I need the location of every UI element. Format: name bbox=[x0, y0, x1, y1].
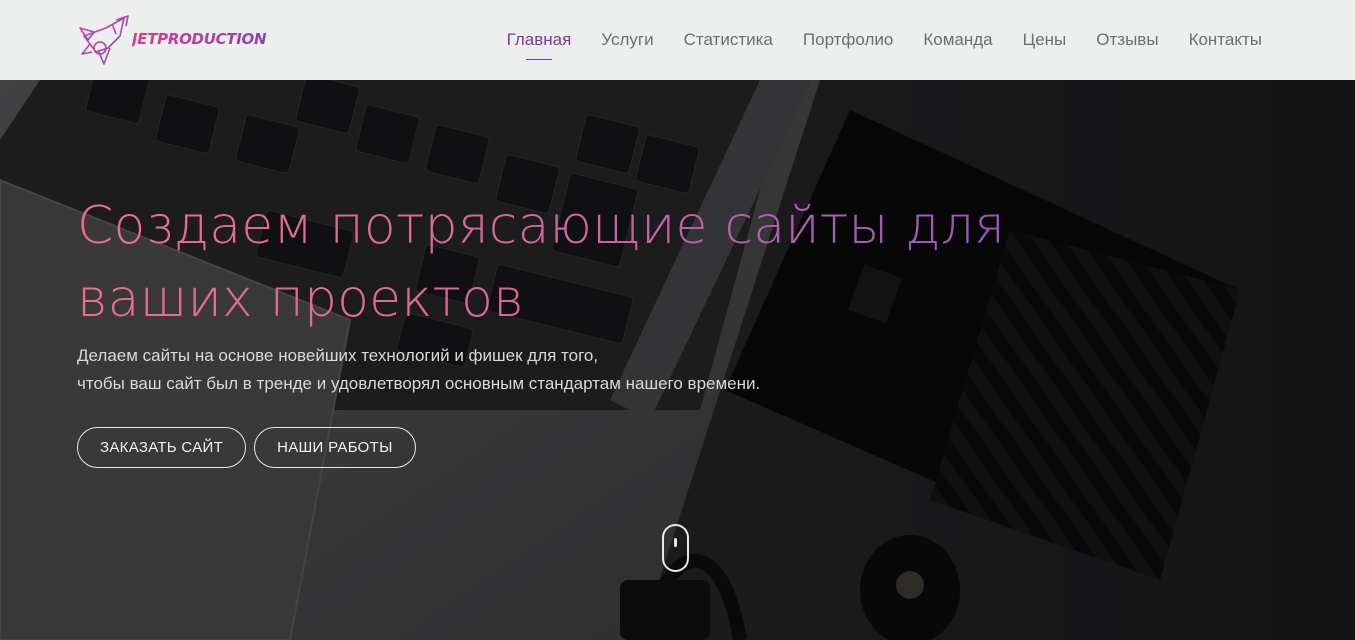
nav-link-statistics[interactable]: Статистика bbox=[684, 30, 773, 50]
hero-subtitle: Делаем сайты на основе новейших технолог… bbox=[77, 342, 877, 398]
nav-link-prices[interactable]: Цены bbox=[1023, 30, 1067, 50]
logo-text: JETPRODUCTION bbox=[132, 30, 267, 48]
hero-buttons: ЗАКАЗАТЬ САЙТ НАШИ РАБОТЫ bbox=[77, 427, 416, 468]
rocket-icon bbox=[79, 15, 129, 65]
nav-link-portfolio[interactable]: Портфолио bbox=[803, 30, 893, 50]
nav-link-team[interactable]: Команда bbox=[923, 30, 992, 50]
hero-section: Создаем потрясающие сайты для ваших прое… bbox=[0, 80, 1355, 640]
our-works-button[interactable]: НАШИ РАБОТЫ bbox=[254, 427, 416, 468]
hero-title: Создаем потрясающие сайты для ваших прое… bbox=[77, 190, 1177, 336]
nav-link-services[interactable]: Услуги bbox=[601, 30, 653, 50]
hero-subtitle-line: Делаем сайты на основе новейших технолог… bbox=[77, 346, 599, 365]
site-header: JETPRODUCTION Главная Услуги Статистика … bbox=[0, 0, 1355, 80]
main-nav: Главная Услуги Статистика Портфолио Кома… bbox=[507, 30, 1262, 60]
nav-link-home[interactable]: Главная bbox=[507, 30, 571, 60]
mouse-scroll-icon[interactable] bbox=[662, 524, 689, 572]
nav-link-reviews[interactable]: Отзывы bbox=[1096, 30, 1158, 50]
order-site-button[interactable]: ЗАКАЗАТЬ САЙТ bbox=[77, 427, 247, 468]
logo[interactable]: JETPRODUCTION bbox=[76, 14, 267, 68]
mouse-wheel bbox=[674, 538, 677, 547]
nav-link-contacts[interactable]: Контакты bbox=[1189, 30, 1262, 50]
hero-subtitle-line: чтобы ваш сайт был в тренде и удовлетвор… bbox=[77, 374, 761, 393]
